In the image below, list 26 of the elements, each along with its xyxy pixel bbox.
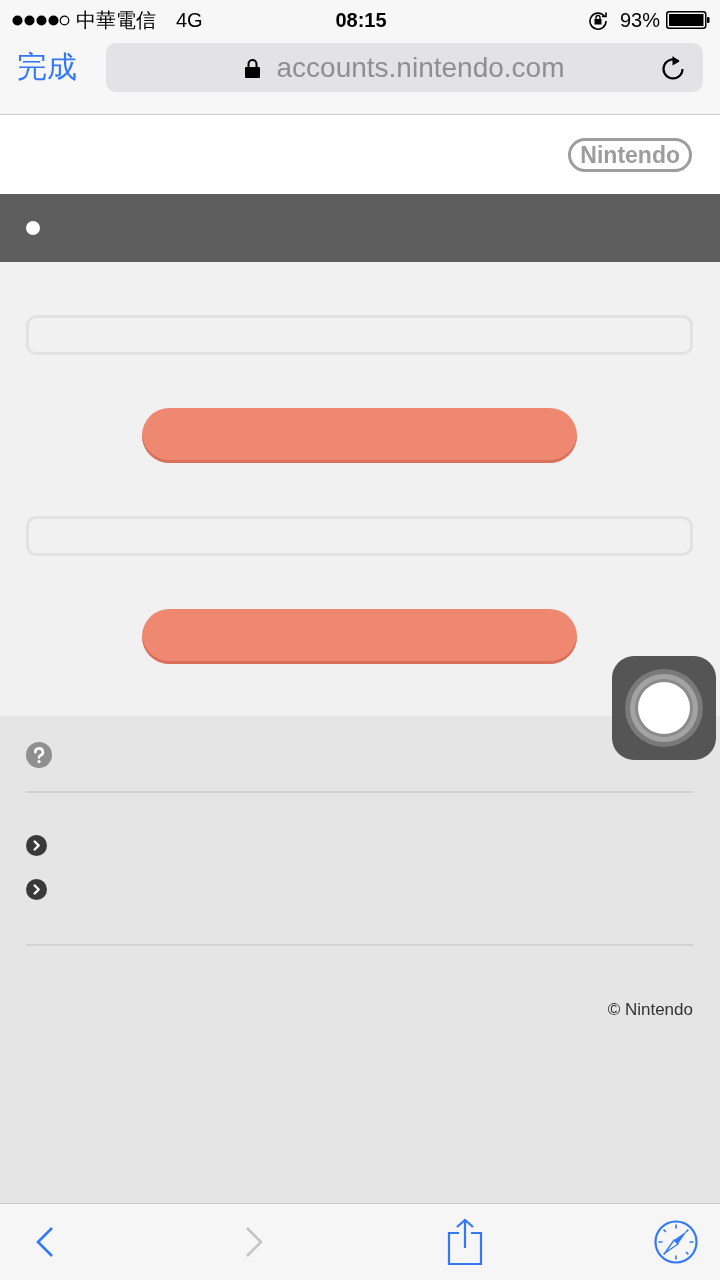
url-text: accounts.nintendo.com	[276, 51, 565, 84]
lock-icon	[244, 57, 260, 78]
copyright-text: © Nintendo	[607, 1000, 693, 1020]
logo[interactable]: Nintendo	[568, 137, 692, 172]
chevron-circle-icon[interactable]	[26, 879, 47, 900]
rotation-lock-icon	[587, 10, 608, 30]
compass-icon	[653, 1220, 698, 1264]
bullet-icon	[26, 221, 40, 235]
assistive-touch-button[interactable]	[612, 656, 716, 760]
done-button[interactable]: 完成	[17, 43, 77, 92]
signal-icon	[12, 14, 70, 26]
carrier-name: 中華電信	[76, 7, 156, 33]
address-bar[interactable]: accounts.nintendo.com	[106, 43, 703, 92]
network-type: 4G	[176, 8, 203, 32]
action-button[interactable]	[142, 609, 577, 664]
help-icon[interactable]	[26, 742, 52, 768]
clock-time: 08:15	[335, 8, 387, 32]
battery-percent: 93%	[619, 8, 660, 32]
reload-icon[interactable]	[661, 54, 685, 81]
share-icon	[447, 1218, 484, 1266]
chevron-left-icon	[34, 1226, 54, 1258]
battery-icon	[666, 11, 710, 29]
chevron-right-icon	[245, 1226, 265, 1258]
chevron-circle-icon[interactable]	[26, 835, 47, 856]
ring-icon	[625, 669, 703, 747]
action-button[interactable]	[142, 408, 577, 463]
